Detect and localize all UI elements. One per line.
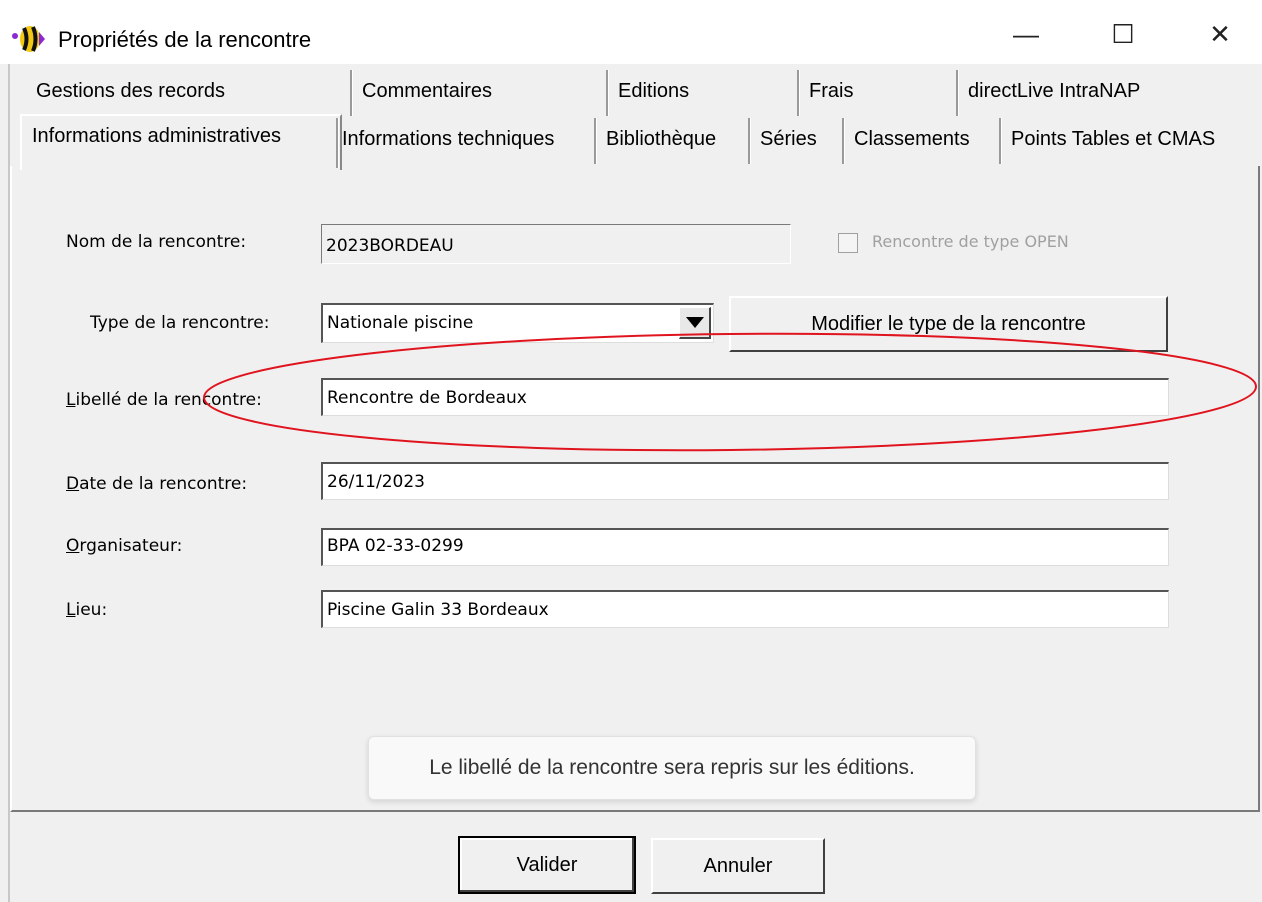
close-button[interactable]: ✕ [1190,12,1250,56]
dropdown-arrow-icon [686,317,704,328]
organisateur-field[interactable]: BPA 02-33-0299 [321,528,1169,566]
tab-classements[interactable]: Classements [846,128,970,151]
title-bar: Propriétés de la rencontre — ☐ ✕ [0,0,1262,64]
lieu-field[interactable]: Piscine Galin 33 Bordeaux [321,590,1169,628]
app-fish-icon [12,26,45,52]
tab-divider [956,70,959,116]
open-checkbox[interactable] [838,233,858,253]
tab-points-tables-cmas[interactable]: Points Tables et CMAS [1003,128,1215,151]
nom-field[interactable]: 2023BORDEAU [321,224,791,264]
tab-frais[interactable]: Frais [801,80,853,103]
close-icon: ✕ [1209,18,1231,49]
tab-series[interactable]: Séries [752,128,817,151]
minimize-icon: — [1013,18,1039,49]
tab-divider [350,70,353,116]
tab-informations-administratives[interactable]: Informations administratives [24,125,281,148]
annotation-ellipse [203,332,1257,452]
tab-editions[interactable]: Editions [610,80,689,103]
tab-divider [594,118,597,164]
tab-directlive[interactable]: directLive IntraNAP [960,80,1140,103]
tab-commentaires[interactable]: Commentaires [354,80,492,103]
maximize-button[interactable]: ☐ [1093,12,1153,56]
tooltip: Le libellé de la rencontre sera repris s… [368,736,976,800]
tab-informations-techniques[interactable]: Informations techniques [334,128,554,151]
tab-divider [999,118,1002,164]
tab-bibliotheque[interactable]: Bibliothèque [598,128,716,151]
valider-button[interactable]: Valider [458,836,636,894]
tab-divider [606,70,609,116]
date-field[interactable]: 26/11/2023 [321,462,1169,500]
annuler-button[interactable]: Annuler [651,838,825,894]
nom-label: Nom de la rencontre: [66,232,247,252]
minimize-button[interactable]: — [996,12,1056,56]
tab-divider [748,118,751,164]
window-title: Propriétés de la rencontre [58,27,312,52]
open-checkbox-label: Rencontre de type OPEN [872,232,1069,251]
maximize-icon: ☐ [1111,18,1135,49]
tab-divider [797,70,800,116]
tab-gestions-records[interactable]: Gestions des records [28,80,225,103]
organisateur-label: Organisateur: [66,536,183,556]
date-label: Date de la rencontre: [66,474,248,494]
lieu-label: Lieu: [66,600,108,620]
tab-divider [842,118,845,164]
